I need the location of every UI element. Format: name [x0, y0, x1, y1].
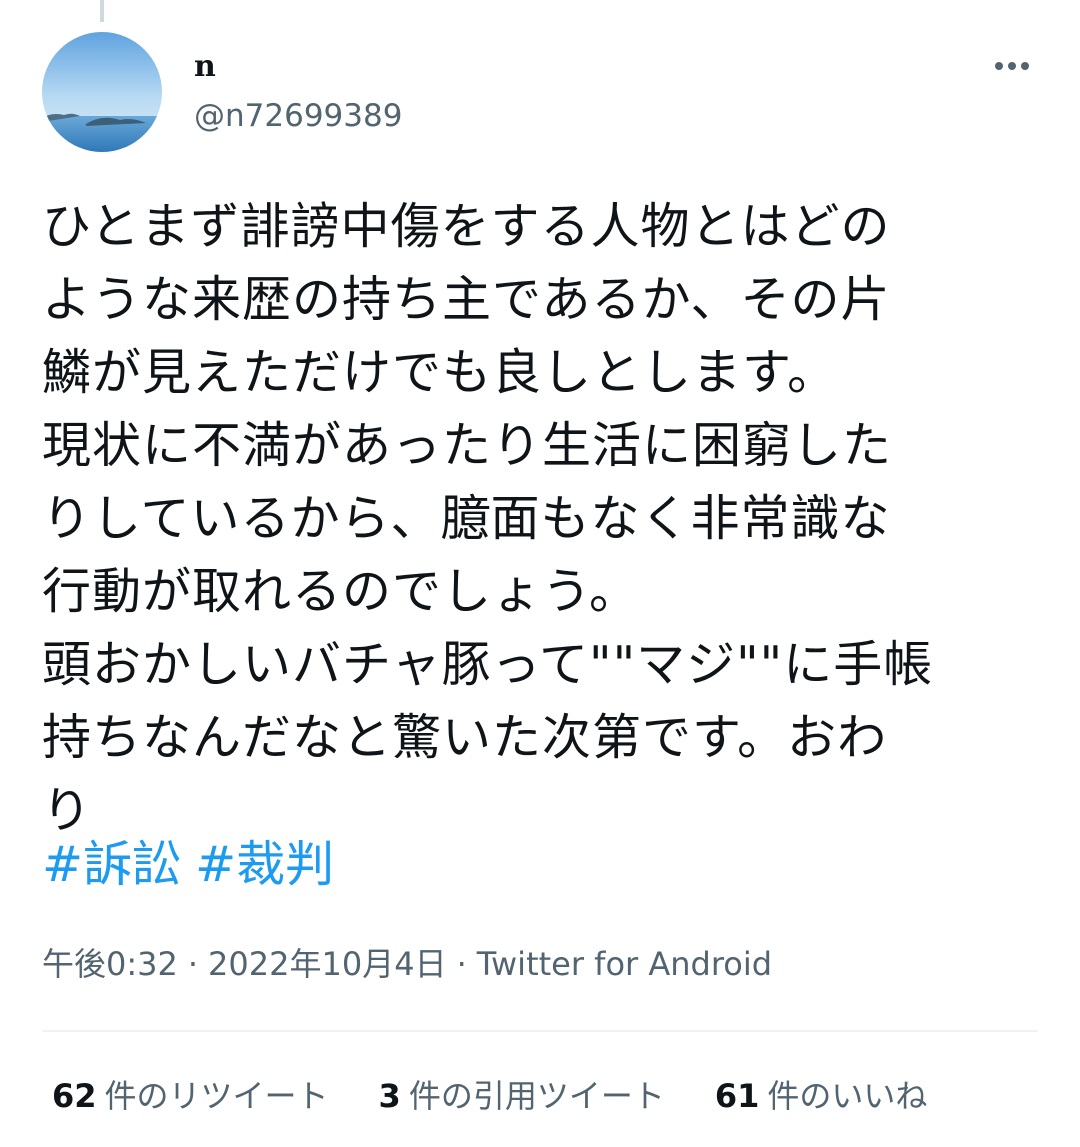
quotes-stat[interactable]: 3 件の引用ツイート	[379, 1072, 665, 1120]
tweet-text-line: 鱗が見えただけでも良しとします。	[42, 344, 838, 401]
tweet-text-line: 現状に不満があったり生活に困窮した	[42, 417, 893, 474]
retweets-stat[interactable]: 62 件のリツイート	[52, 1072, 329, 1120]
like-label: 件のいいね	[767, 1077, 928, 1115]
tweet-text-line: 頭おかしいバチャ豚って""マジ""に手帳	[42, 636, 934, 693]
more-horizontal-icon	[995, 62, 1029, 70]
like-count: 61	[714, 1077, 760, 1115]
hashtag-link[interactable]: #訴訟	[42, 836, 181, 893]
thread-connector-line	[100, 0, 104, 22]
tweet-text-line: ひとまず誹謗中傷をする人物とはどの	[42, 198, 891, 255]
user-names: n @n72699389	[194, 50, 402, 135]
more-button[interactable]	[982, 46, 1042, 86]
tweet-text-line: 持ちなんだなと驚いた次第です。おわ	[42, 709, 888, 766]
tweet-text-line: 行動が取れるのでしょう。	[42, 563, 640, 620]
likes-stat[interactable]: 61 件のいいね	[715, 1072, 928, 1120]
retweet-label: 件のリツイート	[104, 1077, 329, 1115]
tweet-date[interactable]: 2022年10月4日	[208, 945, 447, 983]
tweet-text-line: りしているから、臆面もなく非常識な	[42, 490, 891, 547]
tweet-metadata: 午後0:32 · 2022年10月4日 · Twitter for Android	[42, 940, 772, 988]
quote-label: 件の引用ツイート	[408, 1077, 665, 1115]
tweet-stats: 62 件のリツイート 3 件の引用ツイート 61 件のいいね	[52, 1072, 977, 1120]
retweet-count: 62	[52, 1077, 97, 1115]
tweet-text-line: ような来歴の持ち主であるか、その片	[42, 271, 891, 328]
avatar-landscape-image	[42, 32, 162, 152]
meta-separator: ·	[187, 945, 199, 983]
tweet-header: n @n72699389	[42, 32, 1042, 154]
quote-count: 3	[378, 1077, 401, 1115]
divider	[42, 1030, 1038, 1032]
avatar[interactable]	[42, 32, 162, 152]
tweet-text: ひとまず誹謗中傷をする人物とはどの ような来歴の持ち主であるか、その片 鱗が見え…	[42, 190, 1038, 847]
meta-separator: ·	[456, 945, 467, 983]
tweet-time[interactable]: 午後0:32	[42, 945, 178, 983]
user-handle[interactable]: @n72699389	[194, 98, 402, 134]
display-name[interactable]: n	[194, 50, 402, 84]
tweet-source[interactable]: Twitter for Android	[477, 945, 772, 983]
hashtag-list: #訴訟 #裁判	[42, 828, 348, 901]
hashtag-link[interactable]: #裁判	[195, 836, 334, 893]
